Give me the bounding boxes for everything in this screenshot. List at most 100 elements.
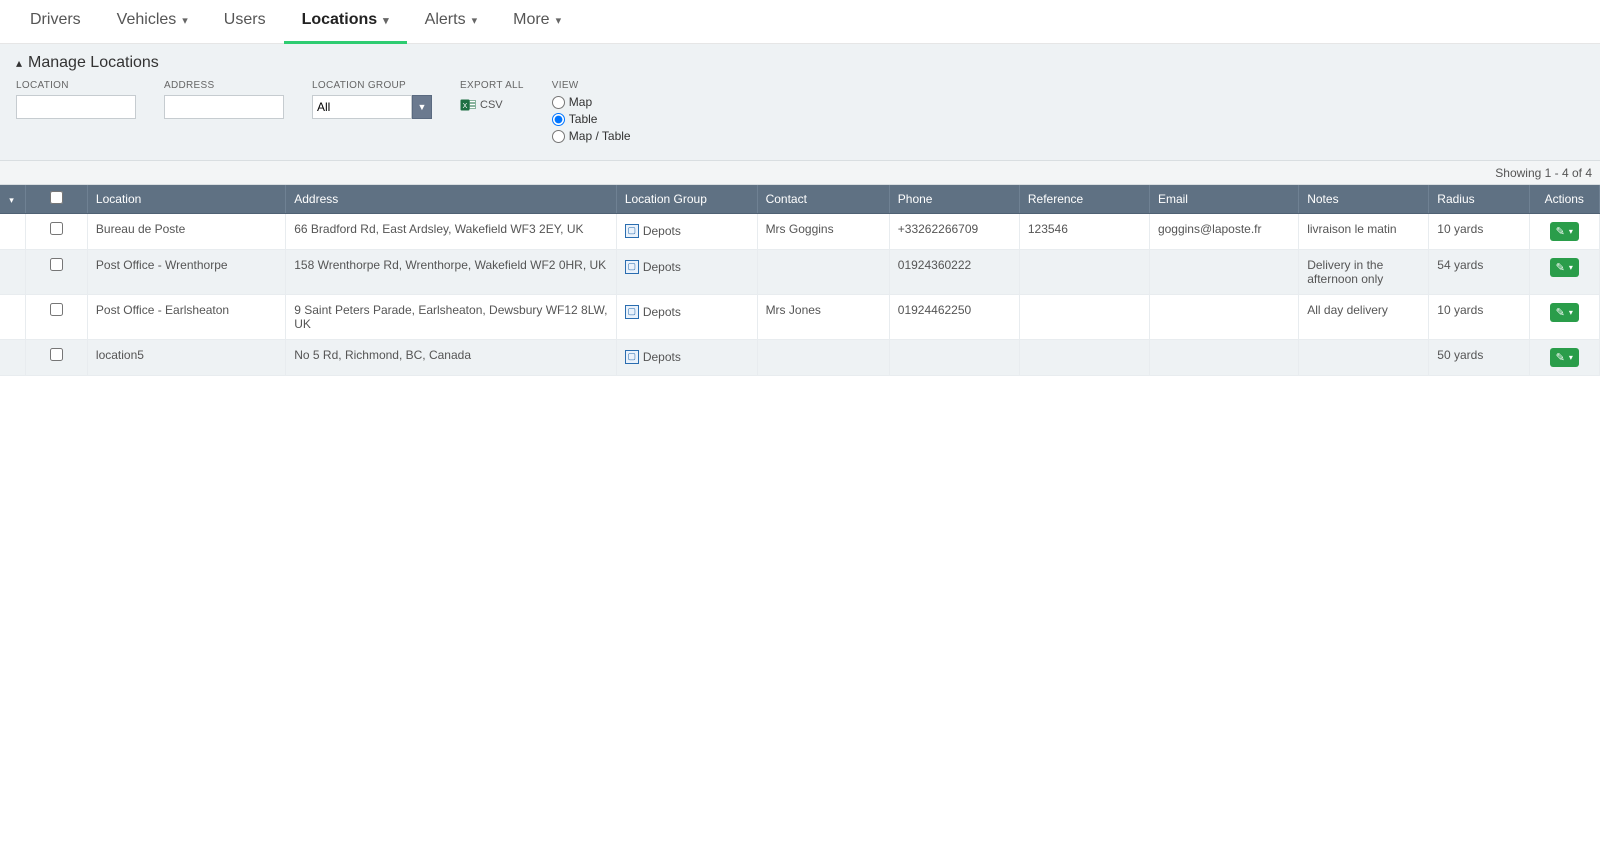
group-name: Depots — [643, 260, 681, 274]
address-filter-input[interactable] — [164, 95, 284, 119]
view-radio-maptable[interactable]: Map / Table — [552, 129, 631, 143]
edit-action-button[interactable]: ✎▾ — [1550, 258, 1579, 277]
col-location[interactable]: Location — [87, 185, 285, 214]
col-address[interactable]: Address — [286, 185, 617, 214]
table-header-row: ▾ Location Address Location Group Contac… — [0, 185, 1600, 214]
results-count-text: Showing 1 - 4 of 4 — [1495, 166, 1592, 180]
nav-alerts[interactable]: Alerts▾ — [407, 0, 495, 44]
nav-locations[interactable]: Locations ▾ — [284, 0, 407, 44]
pencil-icon: ✎ — [1556, 261, 1565, 274]
address-filter-label: ADDRESS — [164, 80, 284, 91]
cell-actions: ✎▾ — [1529, 295, 1599, 340]
row-checkbox[interactable] — [50, 222, 63, 235]
location-group-icon: ▢ — [625, 260, 639, 274]
col-phone[interactable]: Phone — [889, 185, 1019, 214]
cell-notes: All day delivery — [1299, 295, 1429, 340]
chevron-down-icon: ▾ — [1569, 263, 1573, 272]
col-select-all[interactable] — [26, 185, 88, 214]
radio-label: Table — [569, 112, 598, 126]
nav-more[interactable]: More▾ — [495, 0, 579, 44]
view-radio-map[interactable]: Map — [552, 95, 631, 109]
chevron-down-icon: ▾ — [1569, 353, 1573, 362]
radio-input-maptable[interactable] — [552, 130, 565, 143]
cell-contact: Mrs Jones — [757, 295, 889, 340]
location-group-icon: ▢ — [625, 350, 639, 364]
cell-phone: 01924462250 — [889, 295, 1019, 340]
group-filter-dropdown-button[interactable]: ▼ — [412, 95, 432, 119]
nav-label: Drivers — [30, 11, 81, 29]
col-reference[interactable]: Reference — [1019, 185, 1149, 214]
col-contact[interactable]: Contact — [757, 185, 889, 214]
nav-label: More — [513, 11, 549, 29]
group-name: Depots — [643, 350, 681, 364]
nav-label: Locations — [302, 11, 378, 29]
row-menu-cell — [0, 250, 26, 295]
row-checkbox[interactable] — [50, 303, 63, 316]
pencil-icon: ✎ — [1556, 351, 1565, 364]
group-name: Depots — [643, 305, 681, 319]
nav-drivers[interactable]: Drivers — [12, 0, 99, 44]
col-actions: Actions — [1529, 185, 1599, 214]
col-notes[interactable]: Notes — [1299, 185, 1429, 214]
cell-group: ▢ Depots — [616, 340, 757, 376]
chevron-down-icon: ▾ — [1569, 308, 1573, 317]
view-radio-table[interactable]: Table — [552, 112, 631, 126]
edit-action-button[interactable]: ✎▾ — [1550, 348, 1579, 367]
cell-group: ▢ Depots — [616, 250, 757, 295]
table-row: Post Office - Wrenthorpe158 Wrenthorpe R… — [0, 250, 1600, 295]
chevron-up-icon: ▴ — [16, 56, 22, 70]
cell-phone: 01924360222 — [889, 250, 1019, 295]
row-select-cell — [26, 295, 88, 340]
row-checkbox[interactable] — [50, 258, 63, 271]
export-csv-link[interactable]: X CSV — [460, 97, 524, 113]
cell-actions: ✎▾ — [1529, 214, 1599, 250]
cell-email — [1149, 250, 1298, 295]
radio-input-table[interactable] — [552, 113, 565, 126]
pencil-icon: ✎ — [1556, 306, 1565, 319]
row-menu-cell — [0, 214, 26, 250]
cell-address: 158 Wrenthorpe Rd, Wrenthorpe, Wakefield… — [286, 250, 617, 295]
nav-vehicles[interactable]: Vehicles▾ — [99, 0, 206, 44]
cell-location: Post Office - Earlsheaton — [87, 295, 285, 340]
col-group[interactable]: Location Group — [616, 185, 757, 214]
cell-address: 66 Bradford Rd, East Ardsley, Wakefield … — [286, 214, 617, 250]
filter-collapse-toggle[interactable]: ▴ Manage Locations — [16, 54, 1584, 72]
cell-radius: 50 yards — [1429, 340, 1529, 376]
cell-notes — [1299, 340, 1429, 376]
cell-phone: +33262266709 — [889, 214, 1019, 250]
col-radius[interactable]: Radius — [1429, 185, 1529, 214]
cell-contact — [757, 340, 889, 376]
location-filter-label: LOCATION — [16, 80, 136, 91]
table-row: Bureau de Poste66 Bradford Rd, East Ards… — [0, 214, 1600, 250]
cell-email — [1149, 340, 1298, 376]
group-name: Depots — [643, 224, 681, 238]
select-all-checkbox[interactable] — [50, 191, 63, 204]
chevron-down-icon: ▾ — [383, 14, 389, 27]
cell-email: goggins@laposte.fr — [1149, 214, 1298, 250]
view-label: VIEW — [552, 80, 631, 91]
cell-email — [1149, 295, 1298, 340]
cell-actions: ✎▾ — [1529, 340, 1599, 376]
cell-location: Bureau de Poste — [87, 214, 285, 250]
export-all-label: EXPORT ALL — [460, 80, 524, 91]
table-row: location5No 5 Rd, Richmond, BC, Canada▢D… — [0, 340, 1600, 376]
location-filter-input[interactable] — [16, 95, 136, 119]
row-checkbox[interactable] — [50, 348, 63, 361]
location-group-icon: ▢ — [625, 305, 639, 319]
cell-address: 9 Saint Peters Parade, Earlsheaton, Dews… — [286, 295, 617, 340]
pencil-icon: ✎ — [1556, 225, 1565, 238]
row-select-cell — [26, 250, 88, 295]
group-filter-label: LOCATION GROUP — [312, 80, 432, 91]
group-filter-input[interactable] — [312, 95, 412, 119]
col-menu[interactable]: ▾ — [0, 185, 26, 214]
cell-location: Post Office - Wrenthorpe — [87, 250, 285, 295]
col-email[interactable]: Email — [1149, 185, 1298, 214]
cell-notes: livraison le matin — [1299, 214, 1429, 250]
cell-radius: 10 yards — [1429, 214, 1529, 250]
page-title: Manage Locations — [28, 54, 159, 72]
nav-users[interactable]: Users — [206, 0, 284, 44]
cell-radius: 10 yards — [1429, 295, 1529, 340]
edit-action-button[interactable]: ✎▾ — [1550, 303, 1579, 322]
radio-input-map[interactable] — [552, 96, 565, 109]
edit-action-button[interactable]: ✎▾ — [1550, 222, 1579, 241]
